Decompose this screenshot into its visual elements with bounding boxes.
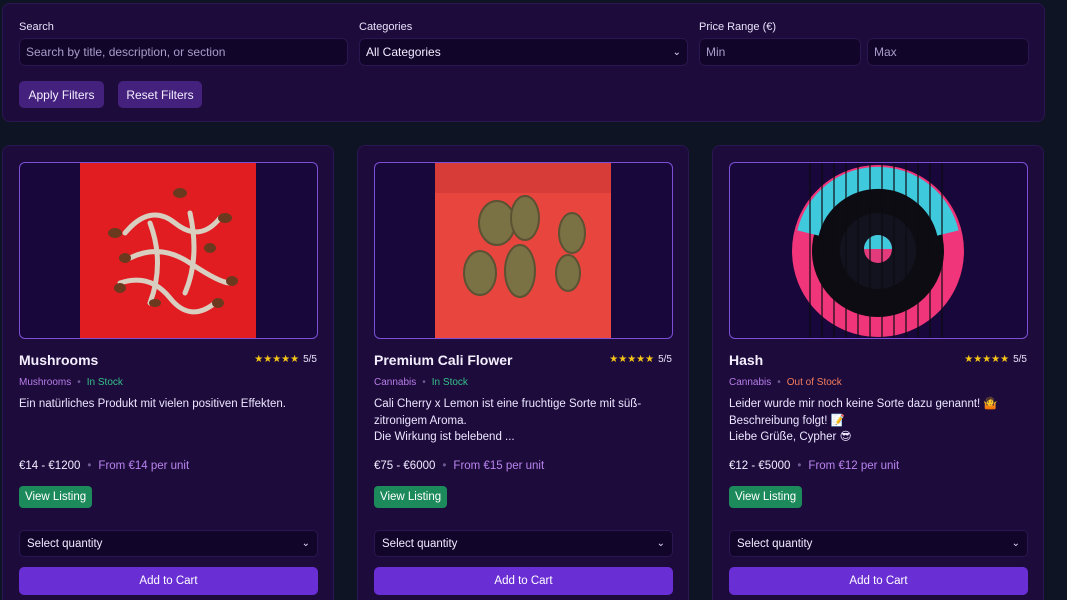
product-description: Cali Cherry x Lemon ist eine fruchtige S… [374, 396, 674, 446]
description-line: Beschreibung folgt! 📝 [729, 414, 845, 427]
product-rating: ★★★★★ 5/5 [964, 354, 1027, 365]
view-listing-button[interactable]: View Listing [374, 486, 448, 508]
product-meta: Cannabis • In Stock [374, 377, 468, 388]
categories-label: Categories [359, 21, 413, 33]
rating-value: 5/5 [1013, 354, 1027, 365]
quantity-select[interactable]: Select quantity ⌄ [374, 530, 673, 557]
product-image [435, 163, 611, 338]
stock-status: In Stock [86, 377, 123, 388]
unit-price: From €14 per unit [98, 460, 190, 472]
apply-filters-button[interactable]: Apply Filters [19, 81, 104, 108]
reset-filters-button[interactable]: Reset Filters [118, 81, 202, 108]
product-title[interactable]: Premium Cali Flower [374, 352, 512, 368]
quantity-select-label: Select quantity [382, 537, 458, 550]
unit-price: From €12 per unit [808, 460, 900, 472]
search-label: Search [19, 21, 54, 33]
stock-status: In Stock [431, 377, 468, 388]
product-image-frame[interactable] [19, 162, 318, 339]
description-line: Die Wirkung ist belebend ... [374, 431, 515, 443]
rating-value: 5/5 [303, 354, 317, 365]
product-description: Leider wurde mir noch keine Sorte dazu g… [729, 396, 1029, 446]
star-rating-icon: ★★★★★ [609, 354, 655, 365]
categories-select[interactable]: All Categories ⌄ [359, 38, 688, 66]
separator-dot: • [442, 460, 447, 472]
product-card: Mushrooms ★★★★★ 5/5 Mushrooms • In Stock… [2, 145, 334, 600]
separator-dot: • [797, 460, 802, 472]
product-rating: ★★★★★ 5/5 [254, 354, 317, 365]
product-card: Hash ★★★★★ 5/5 Cannabis • Out of Stock L… [712, 145, 1044, 600]
add-to-cart-button[interactable]: Add to Cart [729, 567, 1028, 595]
chevron-down-icon: ⌄ [672, 46, 681, 58]
search-input[interactable]: Search by title, description, or section [19, 38, 348, 66]
separator-dot: • [87, 460, 92, 472]
category-label: Cannabis [729, 377, 772, 388]
description-line: Liebe Grüße, Cypher 😎 [729, 431, 852, 443]
product-price: €14 - €1200 • From €14 per unit [19, 460, 189, 472]
chevron-down-icon: ⌄ [656, 538, 665, 549]
quantity-select[interactable]: Select quantity ⌄ [729, 530, 1028, 557]
price-max-input[interactable]: Max [867, 38, 1029, 66]
price-range: €12 - €5000 [729, 460, 791, 472]
product-description: Ein natürliches Produkt mit vielen posit… [19, 396, 319, 413]
filter-panel: Search Search by title, description, or … [2, 3, 1045, 122]
product-image-frame[interactable] [374, 162, 673, 339]
product-title[interactable]: Hash [729, 352, 763, 368]
description-line: Ein natürliches Produkt mit vielen posit… [19, 398, 286, 410]
price-min-input[interactable]: Min [699, 38, 861, 66]
category-label: Mushrooms [19, 377, 72, 388]
star-rating-icon: ★★★★★ [964, 354, 1010, 365]
quantity-select[interactable]: Select quantity ⌄ [19, 530, 318, 557]
price-range: €14 - €1200 [19, 460, 81, 472]
separator-dot: • [777, 377, 781, 388]
add-to-cart-button[interactable]: Add to Cart [19, 567, 318, 595]
product-image [80, 163, 256, 338]
product-title[interactable]: Mushrooms [19, 352, 98, 368]
separator-dot: • [77, 377, 81, 388]
add-to-cart-button[interactable]: Add to Cart [374, 567, 673, 595]
view-listing-button[interactable]: View Listing [19, 486, 93, 508]
description-line: Leider wurde mir noch keine Sorte dazu g… [729, 398, 998, 410]
categories-selected-value: All Categories [366, 45, 441, 59]
stock-status: Out of Stock [786, 377, 842, 388]
description-line: Cali Cherry x Lemon ist eine fruchtige S… [374, 398, 642, 427]
star-rating-icon: ★★★★★ [254, 354, 300, 365]
unit-price: From €15 per unit [453, 460, 545, 472]
price-range-label: Price Range (€) [699, 21, 777, 33]
product-meta: Cannabis • Out of Stock [729, 377, 842, 388]
quantity-select-label: Select quantity [27, 537, 103, 550]
chevron-down-icon: ⌄ [1011, 538, 1020, 549]
rating-value: 5/5 [658, 354, 672, 365]
product-rating: ★★★★★ 5/5 [609, 354, 672, 365]
view-listing-button[interactable]: View Listing [729, 486, 803, 508]
chevron-down-icon: ⌄ [301, 538, 310, 549]
separator-dot: • [422, 377, 426, 388]
product-image [792, 163, 964, 338]
category-label: Cannabis [374, 377, 417, 388]
quantity-select-label: Select quantity [737, 537, 813, 550]
product-card: Premium Cali Flower ★★★★★ 5/5 Cannabis •… [357, 145, 689, 600]
product-meta: Mushrooms • In Stock [19, 377, 123, 388]
product-price: €75 - €6000 • From €15 per unit [374, 460, 544, 472]
product-price: €12 - €5000 • From €12 per unit [729, 460, 899, 472]
price-range: €75 - €6000 [374, 460, 436, 472]
product-image-frame[interactable] [729, 162, 1028, 339]
